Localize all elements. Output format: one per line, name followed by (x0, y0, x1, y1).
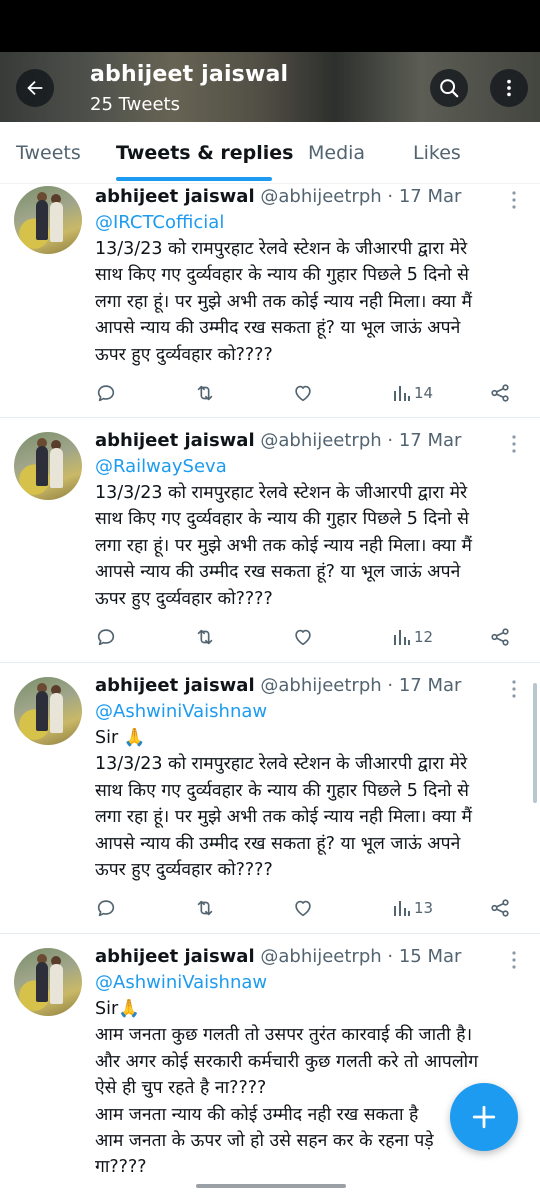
tab-likes[interactable]: Likes (413, 142, 461, 164)
retweet-icon (197, 629, 213, 645)
author-handle-date: @abhijeetrph · 17 Mar (260, 430, 462, 451)
share-icon (491, 899, 509, 917)
tweet-count: 25 Tweets (90, 94, 180, 115)
author-name[interactable]: abhijeet jaiswal (95, 946, 255, 967)
tab-tweets-and-replies[interactable]: Tweets & replies (116, 142, 293, 164)
profile-name-title: abhijeet jaiswal (90, 62, 289, 87)
tweet-more-icon[interactable] (508, 434, 520, 454)
tweet[interactable]: abhijeet jaiswal @abhijeetrph · 17 Mar @… (0, 663, 540, 934)
views-count: 12 (414, 628, 434, 646)
share-icon (491, 628, 509, 646)
tweet-more-icon[interactable] (508, 679, 520, 699)
avatar[interactable] (14, 186, 82, 254)
retweet-button[interactable] (193, 381, 217, 405)
views-button[interactable]: 13 (392, 896, 433, 920)
avatar[interactable] (14, 432, 82, 500)
reply-button[interactable] (95, 896, 117, 920)
status-bar (0, 0, 540, 52)
tweet-text: 13/3/23 को रामपुरहाट रेलवे स्टेशन के जीआ… (95, 239, 472, 365)
tweet-text: Sir🙏 आम जनता कुछ गलती तो उसपर तुरंत कारव… (95, 999, 479, 1174)
author-name[interactable]: abhijeet jaiswal (95, 430, 255, 451)
mention-link[interactable]: @RailwaySeva (95, 454, 227, 480)
tweet-header: abhijeet jaiswal @abhijeetrph · 17 Mar (95, 184, 495, 210)
author-handle-date: @abhijeetrph · 15 Mar (260, 946, 462, 967)
reply-button[interactable] (95, 625, 117, 649)
compose-tweet-button[interactable] (450, 1083, 518, 1151)
share-button[interactable] (489, 896, 511, 920)
reply-icon (97, 629, 115, 646)
profile-header: abhijeet jaiswal 25 Tweets (0, 52, 540, 122)
tweet-header: abhijeet jaiswal @abhijeetrph · 17 Mar (95, 673, 495, 699)
retweet-button[interactable] (193, 625, 217, 649)
tweet-actions: 13 (95, 896, 525, 920)
views-button[interactable]: 14 (392, 381, 433, 405)
reply-button[interactable] (95, 381, 117, 405)
arrow-left-icon (27, 80, 43, 96)
mention-link[interactable]: @AshwiniVaishnaw (95, 699, 267, 725)
more-vertical-icon (507, 79, 511, 97)
like-button[interactable] (292, 896, 314, 920)
scrollbar-thumb[interactable] (533, 683, 537, 803)
like-button[interactable] (292, 381, 314, 405)
author-name[interactable]: abhijeet jaiswal (95, 186, 255, 207)
tweet-actions: 12 (95, 625, 525, 649)
plus-icon (472, 1105, 496, 1129)
tweet-header: abhijeet jaiswal @abhijeetrph · 17 Mar (95, 428, 495, 454)
retweet-icon (197, 900, 213, 916)
tweet-text: Sir 🙏 13/3/23 को रामपुरहाट रेलवे स्टेशन … (95, 728, 472, 881)
tweet-feed: abhijeet jaiswal @abhijeetrph · 17 Mar @… (0, 184, 540, 1174)
home-indicator[interactable] (196, 1184, 346, 1188)
like-button[interactable] (292, 625, 314, 649)
back-button[interactable] (16, 69, 54, 107)
share-button[interactable] (489, 381, 511, 405)
tab-tweets[interactable]: Tweets (16, 142, 81, 164)
tweet-more-icon[interactable] (508, 190, 520, 210)
reply-icon (97, 385, 115, 402)
share-icon (491, 384, 509, 402)
heart-icon (295, 629, 311, 646)
mention-link[interactable]: @IRCTCofficial (95, 210, 224, 236)
search-button[interactable] (430, 69, 468, 107)
tweet[interactable]: abhijeet jaiswal @abhijeetrph · 17 Mar @… (0, 184, 540, 418)
bar-chart-icon (394, 630, 410, 645)
views-count: 14 (414, 384, 434, 402)
more-options-button[interactable] (490, 69, 528, 107)
search-icon (440, 79, 459, 98)
author-name[interactable]: abhijeet jaiswal (95, 675, 255, 696)
avatar[interactable] (14, 677, 82, 745)
bar-chart-icon (394, 386, 410, 401)
mention-link[interactable]: @AshwiniVaishnaw (95, 970, 267, 996)
tweet-more-icon[interactable] (508, 950, 520, 970)
tweet-actions: 14 (95, 381, 525, 405)
tweet-text: 13/3/23 को रामपुरहाट रेलवे स्टेशन के जीआ… (95, 483, 472, 609)
retweet-icon (197, 385, 213, 401)
views-button[interactable]: 12 (392, 625, 433, 649)
author-handle-date: @abhijeetrph · 17 Mar (260, 675, 462, 696)
tab-media[interactable]: Media (308, 142, 365, 164)
views-count: 13 (414, 899, 434, 917)
heart-icon (295, 385, 311, 402)
avatar[interactable] (14, 948, 82, 1016)
retweet-button[interactable] (193, 896, 217, 920)
tweet[interactable]: abhijeet jaiswal @abhijeetrph · 17 Mar @… (0, 418, 540, 663)
tweet-header: abhijeet jaiswal @abhijeetrph · 15 Mar (95, 944, 495, 970)
reply-icon (97, 900, 115, 917)
heart-icon (295, 900, 311, 917)
profile-tabs: Tweets Tweets & replies Media Likes (0, 122, 540, 184)
author-handle-date: @abhijeetrph · 17 Mar (260, 186, 462, 207)
bar-chart-icon (394, 901, 410, 916)
share-button[interactable] (489, 625, 511, 649)
active-tab-indicator (116, 177, 272, 181)
